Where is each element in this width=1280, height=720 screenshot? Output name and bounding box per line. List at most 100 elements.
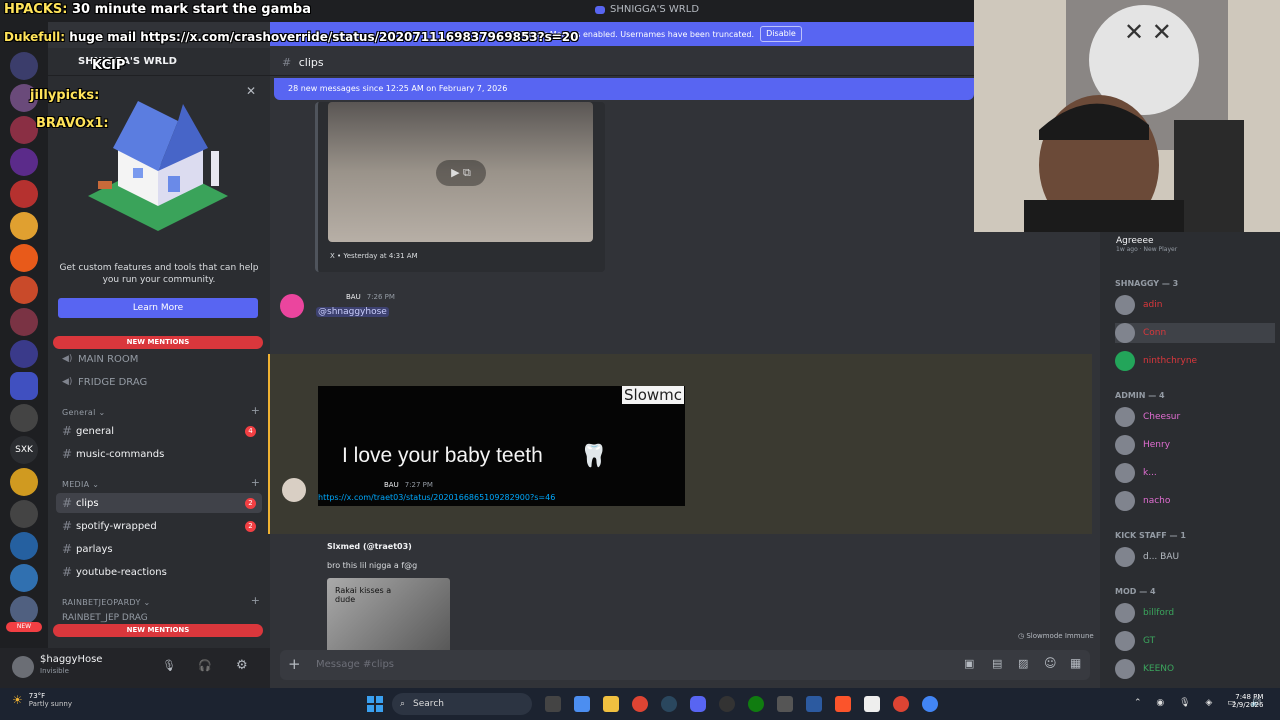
- learn-more-button[interactable]: Learn More: [58, 298, 258, 318]
- embed-author[interactable]: Slxmed (@traet03): [327, 542, 412, 551]
- chrome-icon[interactable]: [922, 696, 938, 712]
- server-icon[interactable]: [10, 564, 38, 592]
- category-media[interactable]: MEDIA ⌄: [62, 480, 99, 489]
- steam-icon[interactable]: [661, 696, 677, 712]
- xbox-icon[interactable]: [748, 696, 764, 712]
- member-top[interactable]: Agreeee 1w ago · New Player: [1116, 236, 1177, 253]
- copilot-icon[interactable]: [574, 696, 590, 712]
- member-item[interactable]: Cheesur: [1115, 407, 1180, 427]
- author-name[interactable]: BAU: [384, 481, 399, 489]
- new-badge: NEW: [6, 622, 42, 632]
- add-attachment-icon[interactable]: +: [288, 655, 301, 673]
- message: BAU 7:26 PM @shnaggyhose: [270, 288, 1100, 328]
- obs-icon[interactable]: [719, 696, 735, 712]
- server-icon[interactable]: [10, 148, 38, 176]
- new-mentions-pill-bottom[interactable]: NEW MENTIONS: [53, 624, 263, 637]
- user-mention[interactable]: @shnaggyhose: [316, 307, 389, 317]
- weather-icon: ☀: [12, 693, 23, 707]
- server-icon[interactable]: [10, 308, 38, 336]
- member-item[interactable]: Conn: [1115, 323, 1275, 343]
- clock[interactable]: 7:48 PM 2/9/2026: [1232, 693, 1263, 709]
- taskbar: ☀ 73°F Partly sunny ⌕ Search ⌃ ◉ 🎙 ◈ ▭ 🔊…: [0, 688, 1280, 720]
- play-icon[interactable]: ▶ ⧉: [436, 160, 486, 186]
- emoji-icon[interactable]: ☺: [1044, 656, 1057, 670]
- server-icon[interactable]: [10, 596, 38, 624]
- avatar[interactable]: [280, 294, 304, 318]
- voice-channel-main-room[interactable]: ◀) MAIN ROOM: [56, 349, 262, 369]
- add-channel-icon[interactable]: +: [251, 594, 260, 607]
- server-icon[interactable]: [10, 468, 38, 496]
- member-item[interactable]: d... BAU: [1115, 547, 1179, 567]
- start-icon[interactable]: [367, 696, 383, 712]
- powershell-icon[interactable]: [806, 696, 822, 712]
- search-icon: ⌕: [400, 699, 406, 709]
- add-channel-icon[interactable]: +: [251, 404, 260, 417]
- channel-youtube-reactions[interactable]: # youtube-reactions: [56, 562, 262, 582]
- app-icon[interactable]: [777, 696, 793, 712]
- message-link[interactable]: https://x.com/traet03/status/20201668651…: [318, 493, 555, 502]
- server-icon[interactable]: [10, 180, 38, 208]
- channel-rainbet-jep-drag[interactable]: RAINBET_JEP DRAG: [56, 611, 262, 625]
- server-icon[interactable]: [10, 276, 38, 304]
- server-icon[interactable]: [10, 340, 38, 368]
- message-input-box[interactable]: + Message #clips ▣ ▤ ▨ ☺ ▦: [280, 650, 1090, 680]
- gear-icon[interactable]: ⚙: [236, 658, 248, 673]
- member-item[interactable]: nacho: [1115, 491, 1170, 511]
- gif-icon[interactable]: ▤: [992, 657, 1002, 670]
- member-group-header: KICK STAFF — 1: [1115, 531, 1186, 540]
- hash-icon: #: [62, 542, 73, 556]
- microphone-icon[interactable]: 🎙: [162, 659, 176, 672]
- member-item[interactable]: k...: [1115, 463, 1157, 483]
- avatar[interactable]: [12, 656, 34, 678]
- channel-music-commands[interactable]: # music-commands: [56, 444, 262, 464]
- brave-icon[interactable]: [835, 696, 851, 712]
- task-view-icon[interactable]: [545, 696, 561, 712]
- member-item[interactable]: Henry: [1115, 435, 1170, 455]
- member-item[interactable]: KEENO: [1115, 659, 1174, 679]
- avatar[interactable]: [282, 478, 306, 502]
- channel-parlays[interactable]: # parlays: [56, 539, 262, 559]
- slowmode-label: ◷ Slowmode Immune: [1018, 632, 1094, 640]
- search-box[interactable]: ⌕ Search: [392, 693, 532, 715]
- embed-text: bro this lil nigga a f@g: [327, 561, 418, 570]
- author-name[interactable]: BAU: [346, 293, 361, 301]
- chrome-icon[interactable]: [632, 696, 648, 712]
- server-icon[interactable]: SXK: [10, 436, 38, 464]
- server-icon[interactable]: [10, 212, 38, 240]
- server-icon[interactable]: [10, 244, 38, 272]
- member-item[interactable]: GT: [1115, 631, 1155, 651]
- add-channel-icon[interactable]: +: [251, 476, 260, 489]
- channel-general[interactable]: # general 4: [56, 421, 262, 441]
- file-explorer-icon[interactable]: [603, 696, 619, 712]
- headphones-icon[interactable]: 🎧: [198, 659, 212, 672]
- video-player[interactable]: Slowmc I love your baby teeth 🦷: [318, 386, 685, 506]
- member-item[interactable]: ninthchryne: [1115, 351, 1197, 371]
- member-item[interactable]: billford: [1115, 603, 1174, 623]
- server-icon-active[interactable]: [10, 372, 38, 400]
- member-item[interactable]: adin: [1115, 295, 1162, 315]
- voice-channel-fridge-drag[interactable]: ◀) FRIDGE DRAG: [56, 372, 262, 392]
- gift-icon[interactable]: ▣: [964, 657, 974, 670]
- new-mentions-pill[interactable]: NEW MENTIONS: [53, 336, 263, 349]
- chat-line: jillypicks:: [30, 88, 100, 103]
- speaker-icon: ◀): [62, 354, 73, 364]
- category-rainbetjeopardy[interactable]: RAINBETJEOPARDY ⌄: [62, 598, 151, 607]
- embed-thumbnail[interactable]: Rakai kisses a dude: [327, 578, 450, 658]
- streamer-webcam: ✕ ✕: [974, 0, 1280, 232]
- apps-icon[interactable]: ▦: [1070, 656, 1081, 670]
- server-icon[interactable]: [10, 532, 38, 560]
- disable-streamer-button[interactable]: Disable: [760, 26, 802, 42]
- category-general[interactable]: General ⌄: [62, 408, 106, 417]
- channel-spotify-wrapped[interactable]: # spotify-wrapped 2: [56, 516, 262, 536]
- sticker-icon[interactable]: ▨: [1018, 657, 1028, 670]
- channel-clips[interactable]: # clips 2: [56, 493, 262, 513]
- member-group-header: MOD — 4: [1115, 587, 1156, 596]
- chrome-icon[interactable]: [893, 696, 909, 712]
- discord-icon[interactable]: [690, 696, 706, 712]
- message-input[interactable]: Message #clips: [316, 659, 394, 670]
- server-icon[interactable]: [10, 500, 38, 528]
- server-icon[interactable]: [10, 404, 38, 432]
- chat-line: KCIP: [92, 58, 126, 73]
- notion-icon[interactable]: [864, 696, 880, 712]
- weather-widget[interactable]: ☀ 73°F Partly sunny: [12, 692, 72, 708]
